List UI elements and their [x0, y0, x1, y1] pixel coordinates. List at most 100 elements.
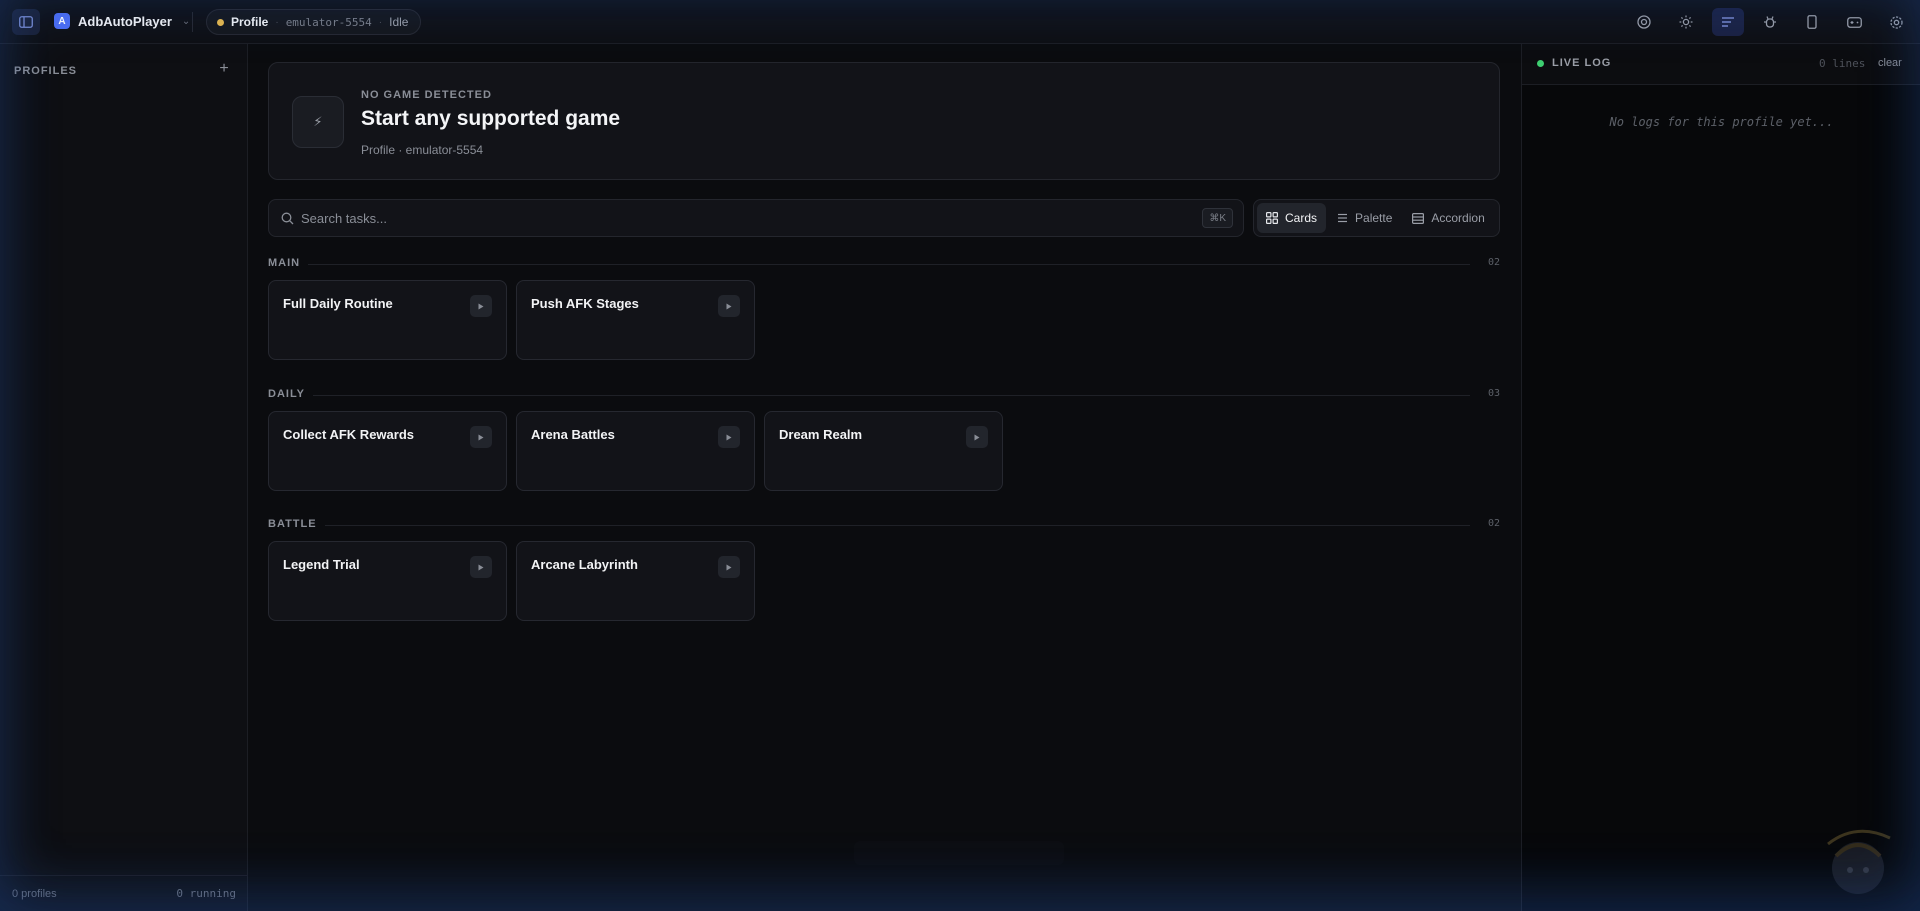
run-task-button[interactable] — [718, 426, 740, 448]
task-search: ⌘K — [268, 199, 1244, 237]
run-task-button[interactable] — [470, 295, 492, 317]
log-toggle-button[interactable] — [1712, 8, 1744, 36]
view-accordion-button[interactable]: Accordion — [1403, 203, 1493, 233]
section-header-daily: DAILY 03 — [268, 388, 1500, 402]
divider — [312, 395, 1470, 396]
profile-count: 0 profiles — [12, 887, 57, 900]
task-card[interactable]: Legend Trial — [268, 541, 507, 621]
run-task-button[interactable] — [966, 426, 988, 448]
play-icon — [726, 303, 732, 309]
top-bar: A AdbAutoPlayer ⌄ Profile · emulator-555… — [0, 0, 1920, 44]
task-card[interactable]: Arcane Labyrinth — [516, 541, 755, 621]
debug-icon — [1764, 16, 1776, 28]
hero-subtitle: Profile · emulator-5554 — [361, 143, 484, 157]
profile-status-pill[interactable]: Profile · emulator-5554 · Idle — [206, 9, 422, 35]
section-label: MAIN — [268, 257, 309, 269]
sidebar-footer: 0 profiles 0 running — [0, 875, 248, 911]
task-card[interactable]: Collect AFK Rewards — [268, 411, 507, 491]
section-label: BATTLE — [268, 518, 325, 530]
profile-name: Profile — [231, 15, 269, 29]
view-mode-switch: Cards Palette Accordion — [1253, 199, 1500, 237]
settings-icon — [1889, 15, 1903, 29]
run-task-button[interactable] — [718, 295, 740, 317]
status-dot — [217, 18, 224, 26]
sun-icon — [1679, 15, 1693, 29]
sidebar-toggle-button[interactable] — [12, 9, 40, 35]
mascot-image — [1827, 829, 1891, 894]
hero-title: Start any supported game — [361, 107, 621, 130]
debug-button[interactable] — [1754, 8, 1786, 36]
task-title: Collect AFK Rewards — [283, 427, 414, 442]
log-toggle-icon — [1722, 17, 1734, 27]
app-logo: A — [54, 13, 70, 29]
phone-icon — [1807, 15, 1817, 29]
game-status-card: ⚡ NO GAME DETECTED Start any supported g… — [268, 62, 1500, 180]
play-icon — [726, 434, 732, 440]
game-button[interactable] — [1838, 8, 1870, 36]
view-cards-label: Cards — [1285, 211, 1318, 225]
view-accordion-label: Accordion — [1431, 211, 1485, 225]
task-card[interactable]: Full Daily Routine — [268, 280, 507, 360]
section-label: DAILY — [268, 388, 313, 400]
task-title: Legend Trial — [283, 557, 360, 572]
search-input[interactable] — [301, 200, 1181, 236]
task-title: Dream Realm — [779, 427, 863, 442]
app-brand[interactable]: A AdbAutoPlayer ⌄ — [54, 13, 190, 29]
add-profile-button[interactable]: + — [213, 58, 235, 80]
profile-state: Idle — [389, 15, 409, 29]
view-palette-label: Palette — [1355, 211, 1393, 225]
run-task-button[interactable] — [470, 426, 492, 448]
log-header: LIVE LOG 0 lines clear — [1522, 44, 1920, 85]
log-empty-message: No logs for this profile yet... — [1609, 115, 1834, 129]
gamepad-icon — [1846, 16, 1862, 28]
divider — [308, 264, 1470, 265]
separator: · — [378, 16, 383, 28]
task-title: Push AFK Stages — [531, 296, 639, 311]
divider — [320, 525, 1470, 526]
task-title: Arcane Labyrinth — [531, 557, 638, 572]
profiles-sidebar: PROFILES + 0 profiles 0 running — [0, 44, 248, 911]
settings-button[interactable] — [1880, 8, 1912, 36]
separator: · — [275, 16, 279, 28]
theme-button[interactable] — [1670, 8, 1702, 36]
section-count: 03 — [1487, 388, 1500, 399]
section-header-battle: BATTLE 02 — [268, 518, 1500, 532]
play-icon — [478, 303, 484, 309]
play-icon — [726, 564, 732, 570]
play-icon — [478, 564, 484, 570]
task-title: Arena Battles — [531, 427, 615, 442]
accordion-icon — [1412, 212, 1425, 224]
target-button[interactable] — [1628, 8, 1660, 36]
clear-log-button[interactable]: clear — [1878, 57, 1902, 69]
shortcut-hint: ⌘K — [1202, 208, 1233, 228]
view-palette-button[interactable]: Palette — [1328, 203, 1401, 233]
view-cards-button[interactable]: Cards — [1257, 203, 1327, 233]
log-title: LIVE LOG — [1552, 57, 1612, 69]
faded-toast — [854, 841, 1064, 865]
section-count: 02 — [1487, 257, 1500, 268]
app-name: AdbAutoPlayer — [78, 13, 172, 29]
task-title: Full Daily Routine — [283, 296, 393, 311]
task-card[interactable]: Dream Realm — [764, 411, 1003, 491]
task-card[interactable]: Push AFK Stages — [516, 280, 755, 360]
sidebar-icon — [19, 16, 33, 28]
toolbar-icons — [1628, 8, 1912, 36]
run-task-button[interactable] — [718, 556, 740, 578]
live-log-panel: LIVE LOG 0 lines clear No logs for this … — [1521, 44, 1920, 911]
target-icon — [1637, 15, 1651, 29]
device-button[interactable] — [1796, 8, 1828, 36]
run-task-button[interactable] — [470, 556, 492, 578]
device-id: emulator-5554 — [285, 15, 372, 29]
log-status-dot — [1537, 60, 1544, 67]
play-icon — [974, 434, 980, 440]
section-header-main: MAIN 02 — [268, 257, 1500, 271]
play-icon — [478, 434, 484, 440]
main-content: ⚡ NO GAME DETECTED Start any supported g… — [248, 44, 1521, 911]
running-count: 0 running — [176, 887, 236, 900]
task-card[interactable]: Arena Battles — [516, 411, 755, 491]
topbar-divider — [192, 12, 193, 32]
search-icon — [281, 212, 294, 225]
hero-eyebrow: NO GAME DETECTED — [361, 89, 492, 101]
chevron-down-icon: ⌄ — [181, 15, 191, 27]
log-line-count: 0 lines — [1819, 57, 1866, 70]
